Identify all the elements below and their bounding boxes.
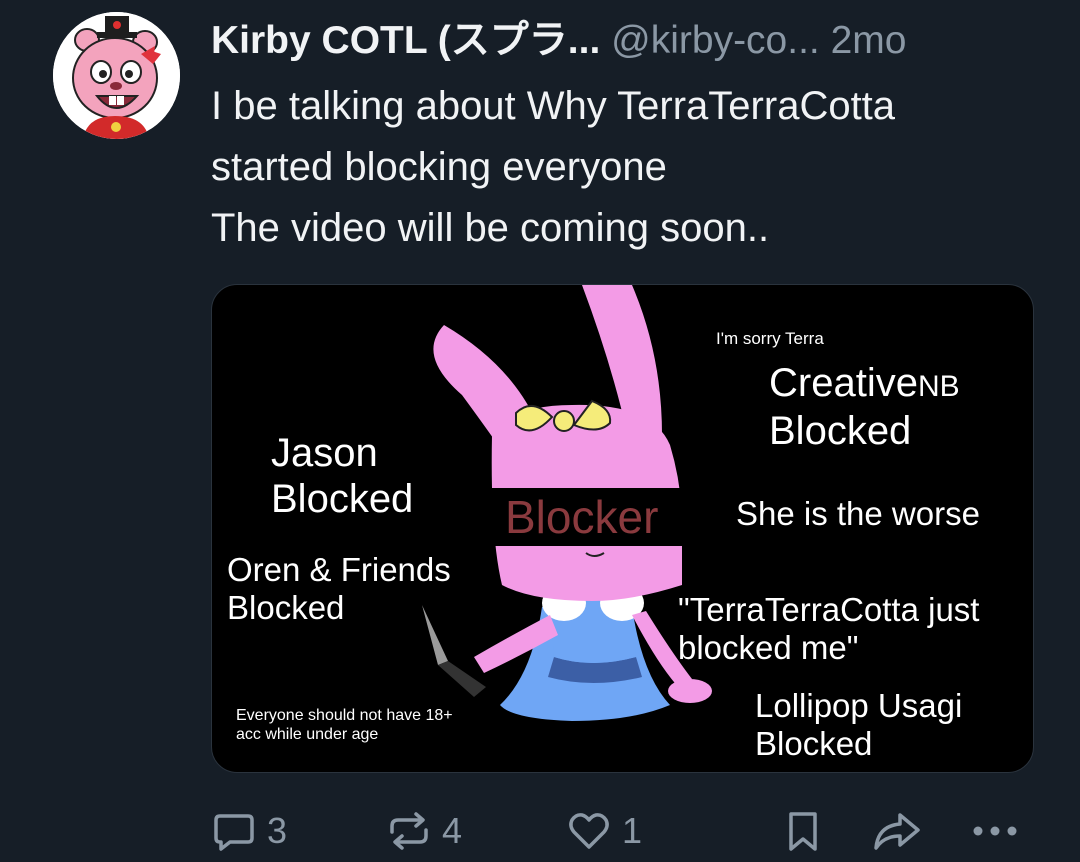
caption-oren-name: Oren & Friends xyxy=(227,551,451,588)
repost-arrows-icon xyxy=(390,812,428,850)
caption-creative-suffix: NB xyxy=(917,370,960,403)
more-button[interactable] xyxy=(970,808,1020,854)
post-text-line: started blocking everyone xyxy=(211,145,667,189)
share-arrow-icon xyxy=(874,813,920,850)
caption-worse: She is the worse xyxy=(736,495,980,532)
bookmark-icon xyxy=(789,812,817,851)
caption-oren-status: Blocked xyxy=(227,589,345,626)
more-dots-icon xyxy=(973,826,1017,836)
caption-creative-status: Blocked xyxy=(769,409,912,453)
caption-jason-name: Jason xyxy=(271,431,378,475)
caption-creative-text: Creative xyxy=(769,361,918,405)
pink-character-avatar-icon xyxy=(53,12,180,139)
post-actions: 3 4 1 xyxy=(0,800,1080,862)
caption-jason-status: Blocked xyxy=(271,477,414,521)
post-text-line: The video will be coming soon.. xyxy=(211,206,770,250)
caption-everyone-line1: Everyone should not have 18+ xyxy=(236,707,453,724)
heart-icon xyxy=(569,813,609,849)
handle[interactable]: @kirby-co... xyxy=(611,19,820,62)
caption-lollipop-status: Blocked xyxy=(755,725,873,762)
caption-sorry: I'm sorry Terra xyxy=(716,329,824,348)
post-header: Kirby COTL (スプラ... @kirby-co... 2mo xyxy=(211,14,1051,70)
blocker-label: Blocker xyxy=(505,491,659,543)
like-count: 1 xyxy=(622,810,643,851)
display-name[interactable]: Kirby COTL (スプラ... xyxy=(211,19,600,62)
repost-button[interactable]: 4 xyxy=(386,808,462,854)
post-text: I be talking about Why TerraTerraCotta s… xyxy=(211,76,1061,259)
post-image[interactable]: Blocker I'm sorry Terra CreativeNB Block… xyxy=(211,284,1034,773)
repost-count: 4 xyxy=(442,810,463,851)
reply-count: 3 xyxy=(267,810,288,851)
like-button[interactable]: 1 xyxy=(566,808,642,854)
post[interactable]: Kirby COTL (スプラ... @kirby-co... 2mo I be… xyxy=(0,0,1080,862)
caption-quote-line1: "TerraTerraCotta just xyxy=(678,591,980,628)
caption-quote-line2: blocked me" xyxy=(678,629,859,666)
caption-creative-name: CreativeNB xyxy=(769,361,960,406)
timestamp[interactable]: 2mo xyxy=(831,19,907,62)
reply-button[interactable]: 3 xyxy=(211,808,287,854)
share-button[interactable] xyxy=(872,808,922,854)
post-text-line: I be talking about Why TerraTerraCotta xyxy=(211,84,896,128)
avatar[interactable] xyxy=(53,12,180,139)
bookmark-button[interactable] xyxy=(780,808,826,854)
caption-everyone-line2: acc while under age xyxy=(236,726,379,743)
caption-lollipop-name: Lollipop Usagi xyxy=(755,687,963,724)
reply-bubble-icon xyxy=(214,814,254,851)
